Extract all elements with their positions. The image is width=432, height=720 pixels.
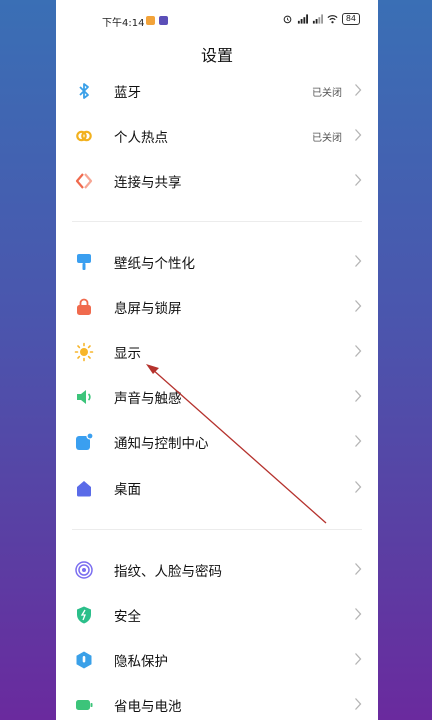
status-time: 下午4:14 <box>102 18 145 29</box>
settings-item-display[interactable]: 显示 <box>56 330 378 374</box>
settings-item-bluetooth[interactable]: 蓝牙 已关闭 <box>56 69 378 113</box>
settings-item-wallpaper[interactable]: 壁纸与个性化 <box>56 240 378 284</box>
settings-item-label: 息屏与锁屏 <box>114 301 182 317</box>
settings-item-label: 安全 <box>114 609 141 625</box>
chevron-right-icon <box>355 129 362 141</box>
chevron-right-icon <box>355 390 362 402</box>
hotspot-icon <box>76 130 92 142</box>
chevron-right-icon <box>355 300 362 312</box>
settings-item-label: 声音与触感 <box>114 391 182 407</box>
wallpaper-brush-icon <box>77 254 91 270</box>
settings-item-label: 蓝牙 <box>114 85 141 101</box>
chevron-right-icon <box>355 653 362 665</box>
battery-icon <box>76 700 93 710</box>
chevron-right-icon <box>355 698 362 710</box>
settings-item-fingerprint[interactable]: 指纹、人脸与密码 <box>56 548 378 592</box>
alarm-icon <box>283 15 292 24</box>
fingerprint-icon <box>75 561 93 579</box>
chevron-right-icon <box>355 84 362 96</box>
home-icon <box>77 481 91 497</box>
battery-indicator: 84 <box>341 13 360 25</box>
status-icons: 84 <box>282 13 360 25</box>
settings-item-notifications[interactable]: 通知与控制中心 <box>56 420 378 464</box>
settings-item-label: 连接与共享 <box>114 175 182 191</box>
chevron-right-icon <box>355 174 362 186</box>
lock-icon <box>77 298 91 315</box>
app-notification-icon <box>159 16 168 25</box>
shield-icon <box>77 606 91 624</box>
signal-icon <box>297 14 308 24</box>
chevron-right-icon <box>355 435 362 447</box>
settings-item-desktop[interactable]: 桌面 <box>56 466 378 510</box>
page-title: 设置 <box>200 46 233 65</box>
settings-item-label: 壁纸与个性化 <box>114 256 195 272</box>
settings-item-label: 隐私保护 <box>114 654 168 670</box>
section-divider <box>72 221 362 222</box>
chevron-right-icon <box>355 608 362 620</box>
settings-item-connection-sharing[interactable]: 连接与共享 <box>56 159 378 203</box>
settings-item-label: 省电与电池 <box>114 699 182 715</box>
bluetooth-icon <box>79 83 89 99</box>
notification-icon <box>146 16 155 25</box>
signal-icon-2 <box>312 14 323 24</box>
settings-item-label: 指纹、人脸与密码 <box>114 564 222 580</box>
settings-item-label: 显示 <box>114 346 141 362</box>
settings-item-label: 通知与控制中心 <box>114 436 209 452</box>
settings-item-sound[interactable]: 声音与触感 <box>56 375 378 419</box>
settings-item-lockscreen[interactable]: 息屏与锁屏 <box>56 285 378 329</box>
status-value: 已关闭 <box>312 133 342 144</box>
settings-item-label: 个人热点 <box>114 130 168 146</box>
status-value: 已关闭 <box>312 88 342 99</box>
status-bar: 下午4:14 84 <box>56 0 378 36</box>
settings-item-security[interactable]: 安全 <box>56 593 378 637</box>
notification-center-icon <box>76 432 94 450</box>
sun-icon <box>74 342 94 362</box>
settings-item-battery[interactable]: 省电与电池 <box>56 683 378 720</box>
phone-screen: 下午4:14 84 设置 蓝牙 已关闭 个人热点 已关闭 连接与共享 壁纸与个性… <box>56 0 378 720</box>
chevron-right-icon <box>355 345 362 357</box>
connection-share-icon <box>75 173 93 189</box>
privacy-icon <box>76 651 92 669</box>
section-divider <box>72 529 362 530</box>
chevron-right-icon <box>355 481 362 493</box>
settings-item-label: 桌面 <box>114 482 141 498</box>
settings-item-privacy[interactable]: 隐私保护 <box>56 638 378 682</box>
chevron-right-icon <box>355 255 362 267</box>
speaker-icon <box>77 390 91 404</box>
chevron-right-icon <box>355 563 362 575</box>
settings-item-hotspot[interactable]: 个人热点 已关闭 <box>56 114 378 158</box>
wifi-icon <box>327 15 338 24</box>
